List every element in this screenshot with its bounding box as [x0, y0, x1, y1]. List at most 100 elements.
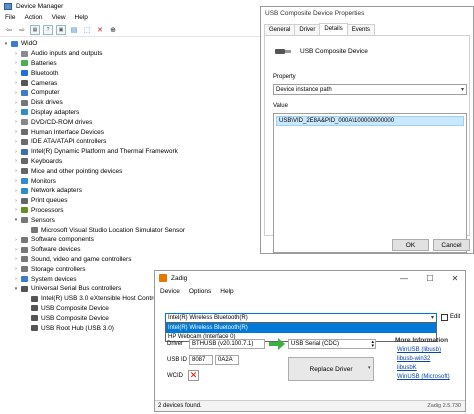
- tab-details[interactable]: Details: [319, 23, 348, 35]
- expand-icon[interactable]: ›: [13, 51, 19, 57]
- collapse-icon[interactable]: ▾: [13, 217, 19, 223]
- tree-node[interactable]: › Computer: [0, 88, 260, 98]
- close-icon[interactable]: ✕: [445, 272, 465, 284]
- tab-general[interactable]: General: [264, 24, 296, 35]
- expand-icon[interactable]: ›: [13, 178, 19, 184]
- property-select[interactable]: Device instance path ▾: [273, 84, 467, 95]
- tab-events[interactable]: Events: [346, 24, 376, 35]
- expand-icon[interactable]: ›: [13, 139, 19, 145]
- current-driver-field: BTHUSB (v20.100.7.1): [189, 339, 265, 349]
- menu-action[interactable]: Action: [24, 14, 42, 21]
- expand-icon[interactable]: ›: [13, 168, 19, 174]
- expand-icon[interactable]: ›: [13, 90, 19, 96]
- collapse-icon[interactable]: ▾: [13, 286, 19, 292]
- expand-icon[interactable]: ›: [13, 119, 19, 125]
- device-manager-app-icon: [4, 2, 12, 10]
- expand-icon[interactable]: ›: [13, 60, 19, 66]
- target-driver-select[interactable]: USB Serial (CDC) ▴ ▾: [288, 339, 376, 349]
- software-device-icon: [21, 246, 28, 253]
- dropdown-option[interactable]: Intel(R) Wireless Bluetooth(R): [166, 324, 436, 333]
- tree-node[interactable]: › Intel(R) Dynamic Platform and Thermal F…: [0, 147, 260, 157]
- zadig-menu-help[interactable]: Help: [220, 288, 233, 295]
- expand-icon[interactable]: ›: [13, 266, 19, 272]
- expand-icon[interactable]: ›: [13, 237, 19, 243]
- tree-node[interactable]: › Cameras: [0, 78, 260, 88]
- tree-node[interactable]: › Mice and other pointing devices: [0, 166, 260, 176]
- expand-icon[interactable]: ›: [13, 188, 19, 194]
- tree-node-label: Bluetooth: [31, 69, 59, 77]
- replace-dropdown-icon[interactable]: ▾: [368, 365, 371, 371]
- menu-view[interactable]: View: [52, 14, 66, 21]
- tree-node-label: Microsoft Visual Studio Location Simulat…: [41, 226, 186, 234]
- tree-node[interactable]: › Bluetooth: [0, 68, 260, 78]
- tree-node[interactable]: › DVD/CD-ROM drives: [0, 117, 260, 127]
- tree-node[interactable]: › Processors: [0, 206, 260, 216]
- processor-icon: [21, 207, 28, 214]
- zadig-menu-options[interactable]: Options: [189, 288, 211, 295]
- device-select[interactable]: Intel(R) Wireless Bluetooth(R) ▾: [165, 313, 437, 323]
- cancel-button[interactable]: Cancel: [433, 239, 470, 251]
- edit-checkbox[interactable]: [441, 314, 448, 321]
- expand-icon[interactable]: ›: [13, 247, 19, 253]
- spinner-icon: ▴ ▾: [371, 339, 374, 349]
- expand-icon[interactable]: ›: [13, 70, 19, 76]
- tab-driver[interactable]: Driver: [294, 24, 321, 35]
- disable-icon[interactable]: ⬚: [82, 25, 92, 35]
- tree-node[interactable]: ▾ Sensors: [0, 215, 260, 225]
- tree-node[interactable]: › Software components: [0, 235, 260, 245]
- more-info-title: More Information: [395, 337, 449, 344]
- ok-button[interactable]: OK: [392, 239, 429, 251]
- tree-node[interactable]: › Print queues: [0, 196, 260, 206]
- expand-icon[interactable]: ›: [13, 100, 19, 106]
- expand-icon[interactable]: ›: [13, 80, 19, 86]
- link-libusb-win32[interactable]: libusb-win32: [397, 356, 430, 362]
- tree-node[interactable]: › Keyboards: [0, 157, 260, 167]
- collapse-icon[interactable]: ▾: [3, 41, 9, 47]
- tree-node[interactable]: › Audio inputs and outputs: [0, 49, 260, 59]
- tree-node[interactable]: › Batteries: [0, 59, 260, 69]
- menu-file[interactable]: File: [5, 14, 15, 21]
- tree-node[interactable]: › Sound, video and game controllers: [0, 255, 260, 265]
- replace-driver-button[interactable]: Replace Driver: [288, 357, 374, 381]
- expand-icon[interactable]: ›: [13, 109, 19, 115]
- download-icon[interactable]: ⊕: [108, 25, 118, 35]
- device-manager-titlebar: Device Manager: [0, 0, 300, 12]
- link-winusb-libusb[interactable]: WinUSB (libusb): [397, 347, 441, 353]
- expand-icon[interactable]: ›: [13, 207, 19, 213]
- properties-icon[interactable]: ▦: [30, 24, 40, 35]
- tree-node[interactable]: › Monitors: [0, 176, 260, 186]
- tree-node-label: Network adapters: [31, 187, 82, 195]
- menu-help[interactable]: Help: [75, 14, 88, 21]
- uninstall-icon[interactable]: ✕: [95, 25, 105, 35]
- tree-node[interactable]: › Display adapters: [0, 108, 260, 118]
- value-list[interactable]: USB\VID_2E8A&PID_000A\100000000000: [273, 113, 467, 253]
- tree-root[interactable]: ▾ WidO: [0, 39, 260, 49]
- maximize-icon[interactable]: ☐: [419, 272, 441, 284]
- help-icon[interactable]: ?: [43, 24, 53, 35]
- expand-icon[interactable]: ›: [13, 149, 19, 155]
- tree-node-label: Monitors: [31, 177, 56, 185]
- expand-icon[interactable]: ›: [13, 198, 19, 204]
- value-list-item[interactable]: USB\VID_2E8A&PID_000A\100000000000: [276, 116, 464, 126]
- tree-node-label: USB Root Hub (USB 3.0): [41, 324, 114, 332]
- link-libusbk[interactable]: libusbK: [397, 365, 417, 371]
- expand-icon[interactable]: ›: [13, 256, 19, 262]
- tree-node[interactable]: › Human Interface Devices: [0, 127, 260, 137]
- tree-node[interactable]: Microsoft Visual Studio Location Simulat…: [0, 225, 260, 235]
- update-driver-icon[interactable]: ▣: [56, 24, 66, 35]
- tree-node[interactable]: › Software devices: [0, 245, 260, 255]
- expand-icon[interactable]: ›: [13, 158, 19, 164]
- minimize-icon[interactable]: —: [393, 272, 415, 284]
- zadig-menu-device[interactable]: Device: [160, 288, 180, 295]
- expand-icon[interactable]: ›: [13, 276, 19, 282]
- tree-node[interactable]: › Disk drives: [0, 98, 260, 108]
- scan-icon[interactable]: ▤: [69, 25, 79, 35]
- expand-icon[interactable]: ›: [13, 129, 19, 135]
- properties-title: USB Composite Device Properties: [265, 10, 365, 17]
- tree-node[interactable]: › Network adapters: [0, 186, 260, 196]
- forward-icon[interactable]: ⇨: [17, 25, 27, 35]
- tree-node-label: Mice and other pointing devices: [31, 167, 123, 175]
- tree-node[interactable]: › IDE ATA/ATAPI controllers: [0, 137, 260, 147]
- back-icon[interactable]: ⇦: [4, 25, 14, 35]
- link-winusb-microsoft[interactable]: WinUSB (Microsoft): [397, 374, 450, 380]
